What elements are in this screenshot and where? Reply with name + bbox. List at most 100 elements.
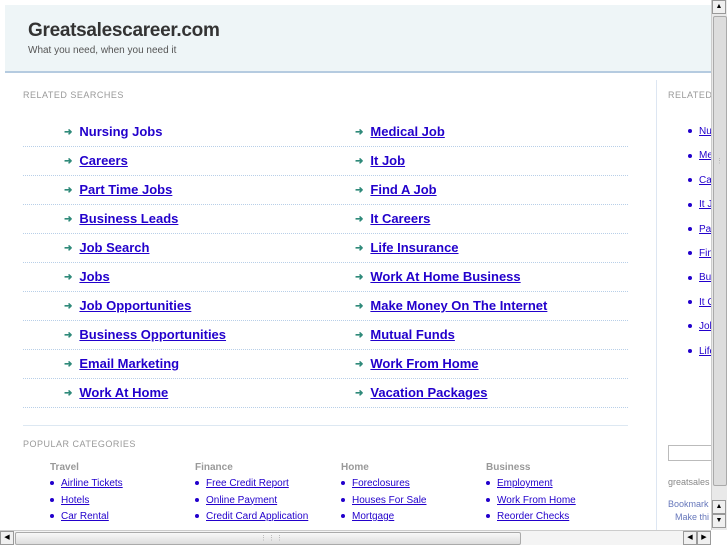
related-link[interactable]: Vacation Packages [370, 385, 487, 400]
sidebar-link[interactable]: Business Leads [699, 272, 711, 283]
category-link[interactable]: Mortgage [352, 511, 394, 522]
category-link[interactable]: Houses For Sale [352, 495, 426, 506]
sidebar-item: Job Search [688, 321, 711, 345]
sidebar-item: Life Insurance [688, 346, 711, 370]
related-item: ➜ Life Insurance [355, 240, 459, 255]
bullet-icon [688, 153, 692, 158]
category-title: Travel [50, 462, 79, 473]
related-link[interactable]: Business Opportunities [79, 327, 226, 342]
related-item: ➜ Work From Home [355, 356, 479, 371]
related-row: ➜ Job Opportunities ➜ Make Money On The Int… [23, 292, 628, 321]
sidebar-link[interactable]: Job Search [699, 321, 711, 332]
related-link[interactable]: Work At Home Business [370, 269, 520, 284]
bullet-icon [688, 202, 692, 207]
related-link[interactable]: Work From Home [370, 356, 478, 371]
related-item: ➜ Business Leads [64, 211, 178, 226]
sidebar-link[interactable]: Medical Job [699, 150, 711, 161]
related-row: ➜ Email Marketing ➜ Work From Home [23, 350, 628, 379]
sidebar-item: Part Time Jobs [688, 224, 711, 248]
related-item: ➜ Vacation Packages [355, 385, 487, 400]
category-link[interactable]: Online Payment [206, 495, 277, 506]
sidebar-item: Nursing Jobs [688, 126, 711, 150]
related-link[interactable]: Job Opportunities [79, 298, 191, 313]
bullet-icon [688, 251, 692, 256]
category-link[interactable]: Employment [497, 478, 553, 489]
bullet-icon [486, 497, 490, 502]
arrow-icon: ➜ [64, 185, 73, 196]
category-link[interactable]: Reorder Checks [497, 511, 569, 522]
bullet-icon [486, 514, 490, 519]
related-link[interactable]: Find A Job [370, 182, 436, 197]
bullet-icon [688, 348, 692, 353]
arrow-icon: ➜ [64, 388, 73, 399]
sidebar-related-label: RELATED [668, 90, 711, 100]
category-link[interactable]: Free Credit Report [206, 478, 289, 489]
category-item: Credit Card Application [195, 511, 335, 528]
sidebar-link[interactable]: Life Insurance [699, 346, 711, 357]
related-link[interactable]: It Careers [370, 211, 430, 226]
sidebar-link[interactable]: Find A Job [699, 248, 711, 259]
bullet-icon [341, 514, 345, 519]
scroll-right-button[interactable]: ▶ [697, 531, 711, 545]
related-link[interactable]: Job Search [79, 240, 149, 255]
sidebar-link[interactable]: It Job [699, 199, 711, 210]
related-link[interactable]: Business Leads [79, 211, 178, 226]
category-item: Houses For Sale [341, 495, 481, 512]
bullet-icon [341, 481, 345, 486]
sidebar-link[interactable]: Careers [699, 175, 711, 186]
scroll-left-small-button[interactable]: ◀ [683, 531, 697, 545]
sidebar-link[interactable]: Part Time Jobs [699, 224, 711, 235]
related-link[interactable]: Work At Home [79, 385, 168, 400]
make-homepage-link[interactable]: Make thi [675, 512, 709, 522]
related-link[interactable]: Nursing Jobs [79, 124, 162, 139]
related-link[interactable]: Jobs [79, 269, 109, 284]
arrow-icon: ➜ [355, 301, 364, 312]
bullet-icon [341, 497, 345, 502]
scroll-down-button[interactable]: ▼ [712, 514, 726, 528]
related-row: ➜ Careers ➜ It Job [23, 147, 628, 176]
category-link[interactable]: Work From Home [497, 495, 576, 506]
category-item: Airline Tickets [50, 478, 190, 495]
related-link[interactable]: Mutual Funds [370, 327, 455, 342]
related-item: ➜ Email Marketing [64, 356, 179, 371]
sidebar-search-input[interactable] [668, 445, 711, 461]
scroll-left-button[interactable]: ◀ [0, 531, 14, 545]
bookmark-link[interactable]: Bookmark [668, 499, 709, 509]
related-link[interactable]: Medical Job [370, 124, 444, 139]
related-searches-label: RELATED SEARCHES [23, 90, 124, 100]
category-link[interactable]: Airline Tickets [61, 478, 123, 489]
related-item: ➜ Mutual Funds [355, 327, 455, 342]
related-link[interactable]: It Job [370, 153, 405, 168]
related-link[interactable]: Part Time Jobs [79, 182, 172, 197]
related-item: ➜ Medical Job [355, 124, 445, 139]
scroll-up-small-button[interactable]: ▲ [712, 500, 726, 514]
related-link[interactable]: Email Marketing [79, 356, 179, 371]
sidebar-link[interactable]: Nursing Jobs [699, 126, 711, 137]
related-link[interactable]: Make Money On The Internet [370, 298, 547, 313]
bullet-icon [688, 226, 692, 231]
bullet-icon [195, 497, 199, 502]
bullet-icon [688, 324, 692, 329]
category-link[interactable]: Foreclosures [352, 478, 410, 489]
vertical-scroll-thumb[interactable]: ⋮⋮ [713, 16, 727, 486]
category-finance: Finance Free Credit Report Online Payment C… [195, 462, 335, 528]
category-link[interactable]: Hotels [61, 495, 89, 506]
vertical-scrollbar[interactable]: ▲ ⋮⋮ ▲ ▼ [711, 0, 727, 530]
scroll-up-button[interactable]: ▲ [712, 0, 726, 14]
related-link[interactable]: Careers [79, 153, 127, 168]
arrow-icon: ➜ [64, 156, 73, 167]
arrow-icon: ➜ [64, 243, 73, 254]
related-item: ➜ Careers [64, 153, 128, 168]
related-item: ➜ Work At Home Business [355, 269, 521, 284]
sidebar-link[interactable]: It Careers [699, 297, 711, 308]
related-item: ➜ Work At Home [64, 385, 168, 400]
related-link[interactable]: Life Insurance [370, 240, 458, 255]
horizontal-scrollbar[interactable]: ◀ ⋮⋮⋮ ◀ ▶ [0, 530, 711, 545]
category-item: Mortgage [341, 511, 481, 528]
category-link[interactable]: Car Rental [61, 511, 109, 522]
bullet-icon [50, 514, 54, 519]
horizontal-scroll-thumb[interactable]: ⋮⋮⋮ [15, 532, 521, 545]
category-link[interactable]: Credit Card Application [206, 511, 308, 522]
related-row: ➜ Job Search ➜ Life Insurance [23, 234, 628, 263]
related-item: ➜ Job Search [64, 240, 149, 255]
